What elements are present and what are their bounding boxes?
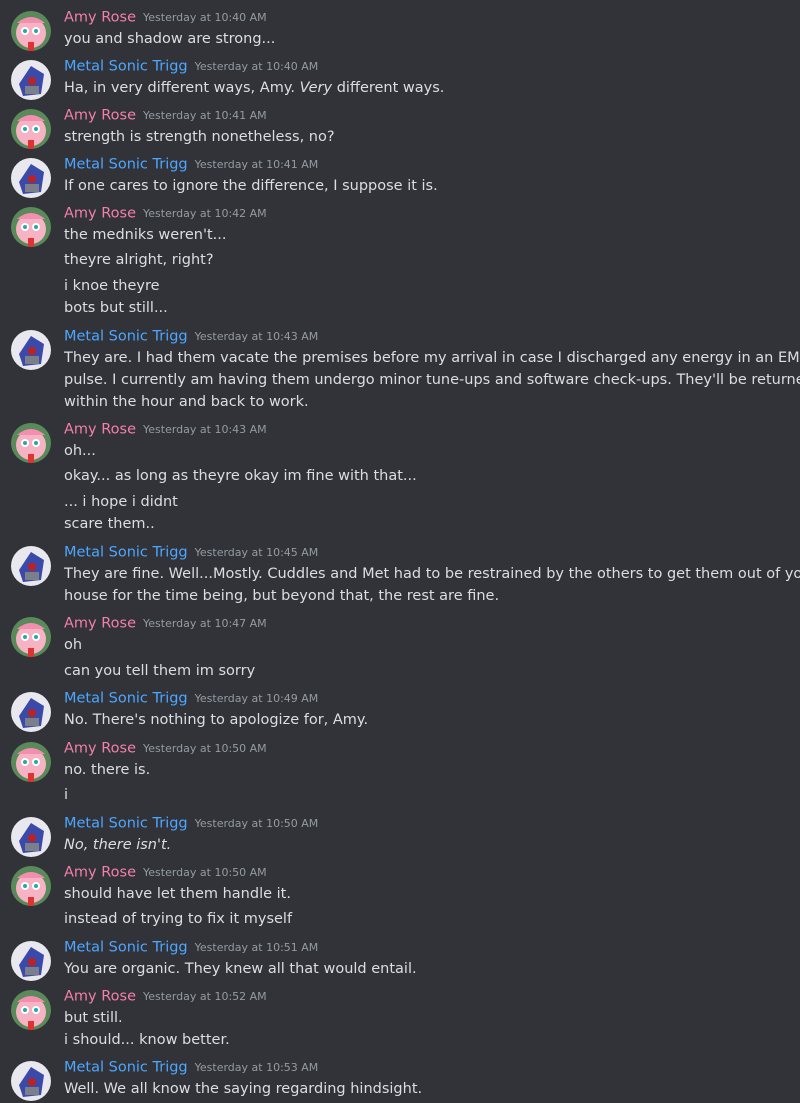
message-header: Metal Sonic Trigg Yesterday at 10:51 AM xyxy=(64,937,318,959)
metal-sonic-avatar-icon[interactable] xyxy=(11,817,51,857)
author-name[interactable]: Metal Sonic Trigg xyxy=(64,59,188,75)
author-name[interactable]: Metal Sonic Trigg xyxy=(64,157,188,173)
message-header: Metal Sonic Trigg Yesterday at 10:40 AM xyxy=(64,56,318,78)
author-name[interactable]: Amy Rose xyxy=(64,741,136,757)
message-header: Metal Sonic Trigg Yesterday at 10:49 AM xyxy=(64,688,318,710)
amy-avatar-icon[interactable] xyxy=(11,11,51,51)
amy-avatar-icon[interactable] xyxy=(11,866,51,906)
timestamp: Yesterday at 10:43 AM xyxy=(143,423,267,436)
message-header: Amy Rose Yesterday at 10:52 AM xyxy=(64,986,267,1008)
message-text: the medniks weren't... xyxy=(64,227,227,243)
message-header: Metal Sonic Trigg Yesterday at 10:45 AM xyxy=(64,542,318,564)
message-header: Metal Sonic Trigg Yesterday at 10:41 AM xyxy=(64,154,318,176)
message-feed: Amy Rose Yesterday at 10:40 AM you and sh… xyxy=(0,0,800,1103)
message-text: i should... know better. xyxy=(64,1032,230,1048)
message-header: Amy Rose Yesterday at 10:43 AM xyxy=(64,419,267,441)
metal-sonic-avatar-icon[interactable] xyxy=(11,60,51,100)
message-text: oh xyxy=(64,637,83,653)
message-text: strength is strength nonetheless, no? xyxy=(64,129,335,145)
message-text-emphasis: Very xyxy=(299,80,333,96)
message-text: If one cares to ignore the difference, I… xyxy=(64,178,438,194)
message-text-emphasis: No, there isn't. xyxy=(64,837,172,853)
timestamp: Yesterday at 10:41 AM xyxy=(194,158,319,171)
author-name[interactable]: Amy Rose xyxy=(64,616,136,632)
message-text: pulse. I currently am having them underg… xyxy=(64,372,800,388)
timestamp: Yesterday at 10:49 AM xyxy=(194,692,319,705)
author-name[interactable]: Amy Rose xyxy=(64,206,136,222)
metal-sonic-avatar-icon[interactable] xyxy=(11,158,51,198)
message-header: Amy Rose Yesterday at 10:47 AM xyxy=(64,613,267,635)
message-header: Amy Rose Yesterday at 10:50 AM xyxy=(64,862,267,884)
author-name[interactable]: Amy Rose xyxy=(64,10,136,26)
author-name[interactable]: Metal Sonic Trigg xyxy=(64,329,188,345)
message-text: No, there isn't. xyxy=(64,834,171,856)
message-text: You are organic. They knew all that woul… xyxy=(64,961,417,977)
timestamp: Yesterday at 10:50 AM xyxy=(143,742,267,755)
message-header: Amy Rose Yesterday at 10:42 AM xyxy=(64,203,267,225)
message-text-part: Ha, in very different ways, Amy. xyxy=(64,80,300,96)
timestamp: Yesterday at 10:47 AM xyxy=(143,617,267,630)
timestamp: Yesterday at 10:40 AM xyxy=(143,11,267,24)
message-text: you and shadow are strong... xyxy=(64,31,276,47)
metal-sonic-avatar-icon[interactable] xyxy=(11,546,51,586)
amy-avatar-icon[interactable] xyxy=(11,617,51,657)
message-text: but still. xyxy=(64,1010,123,1026)
author-name[interactable]: Metal Sonic Trigg xyxy=(64,816,188,832)
timestamp: Yesterday at 10:50 AM xyxy=(194,817,319,830)
message-text: bots but still... xyxy=(64,300,168,316)
metal-sonic-avatar-icon[interactable] xyxy=(11,330,51,370)
timestamp: Yesterday at 10:45 AM xyxy=(194,546,319,559)
message-text: should have let them handle it. xyxy=(64,886,291,902)
author-name[interactable]: Amy Rose xyxy=(64,989,136,1005)
message-header: Amy Rose Yesterday at 10:40 AM xyxy=(64,7,267,29)
amy-avatar-icon[interactable] xyxy=(11,109,51,149)
timestamp: Yesterday at 10:40 AM xyxy=(194,60,319,73)
author-name[interactable]: Amy Rose xyxy=(64,865,136,881)
message-text: Ha, in very different ways, Amy. Very di… xyxy=(64,77,444,99)
timestamp: Yesterday at 10:51 AM xyxy=(194,941,319,954)
message-text: ... i hope i didnt xyxy=(64,494,178,510)
message-header: Metal Sonic Trigg Yesterday at 10:43 AM xyxy=(64,326,318,348)
message-text: Well. We all know the saying regarding h… xyxy=(64,1081,423,1097)
author-name[interactable]: Metal Sonic Trigg xyxy=(64,1060,188,1076)
message-text: scare them.. xyxy=(64,516,155,532)
metal-sonic-avatar-icon[interactable] xyxy=(11,941,51,981)
message-text-part: different ways. xyxy=(332,80,445,96)
author-name[interactable]: Metal Sonic Trigg xyxy=(64,940,188,956)
message-header: Metal Sonic Trigg Yesterday at 10:53 AM xyxy=(64,1057,318,1079)
author-name[interactable]: Amy Rose xyxy=(64,108,136,124)
timestamp: Yesterday at 10:50 AM xyxy=(143,866,267,879)
timestamp: Yesterday at 10:53 AM xyxy=(194,1061,319,1074)
amy-avatar-icon[interactable] xyxy=(11,742,51,782)
timestamp: Yesterday at 10:42 AM xyxy=(143,207,267,220)
author-name[interactable]: Amy Rose xyxy=(64,422,136,438)
timestamp: Yesterday at 10:41 AM xyxy=(143,109,267,122)
timestamp: Yesterday at 10:52 AM xyxy=(143,990,267,1003)
metal-sonic-avatar-icon[interactable] xyxy=(11,1061,51,1101)
message-text: oh... xyxy=(64,443,96,459)
author-name[interactable]: Metal Sonic Trigg xyxy=(64,691,188,707)
amy-avatar-icon[interactable] xyxy=(11,423,51,463)
message-text: within the hour and back to work. xyxy=(64,394,309,410)
message-header: Amy Rose Yesterday at 10:41 AM xyxy=(64,105,267,127)
message-header: Metal Sonic Trigg Yesterday at 10:50 AM xyxy=(64,813,318,835)
amy-avatar-icon[interactable] xyxy=(11,207,51,247)
message-text: They are. I had them vacate the premises… xyxy=(64,350,800,366)
metal-sonic-avatar-icon[interactable] xyxy=(11,692,51,732)
message-text: instead of trying to fix it myself xyxy=(64,911,293,927)
author-name[interactable]: Metal Sonic Trigg xyxy=(64,545,188,561)
message-text: okay... as long as theyre okay im fine w… xyxy=(64,468,417,484)
message-text: i xyxy=(64,787,69,803)
message-text: no. there is. xyxy=(64,762,151,778)
message-text: No. There's nothing to apologize for, Am… xyxy=(64,712,369,728)
amy-avatar-icon[interactable] xyxy=(11,990,51,1030)
message-text: theyre alright, right? xyxy=(64,252,214,268)
message-text: They are fine. Well...Mostly. Cuddles an… xyxy=(64,566,800,582)
timestamp: Yesterday at 10:43 AM xyxy=(194,330,319,343)
message-text: can you tell them im sorry xyxy=(64,663,256,679)
message-text: i knoe theyre xyxy=(64,278,160,294)
message-text: house for the time being, but beyond tha… xyxy=(64,588,500,604)
message-header: Amy Rose Yesterday at 10:50 AM xyxy=(64,738,267,760)
